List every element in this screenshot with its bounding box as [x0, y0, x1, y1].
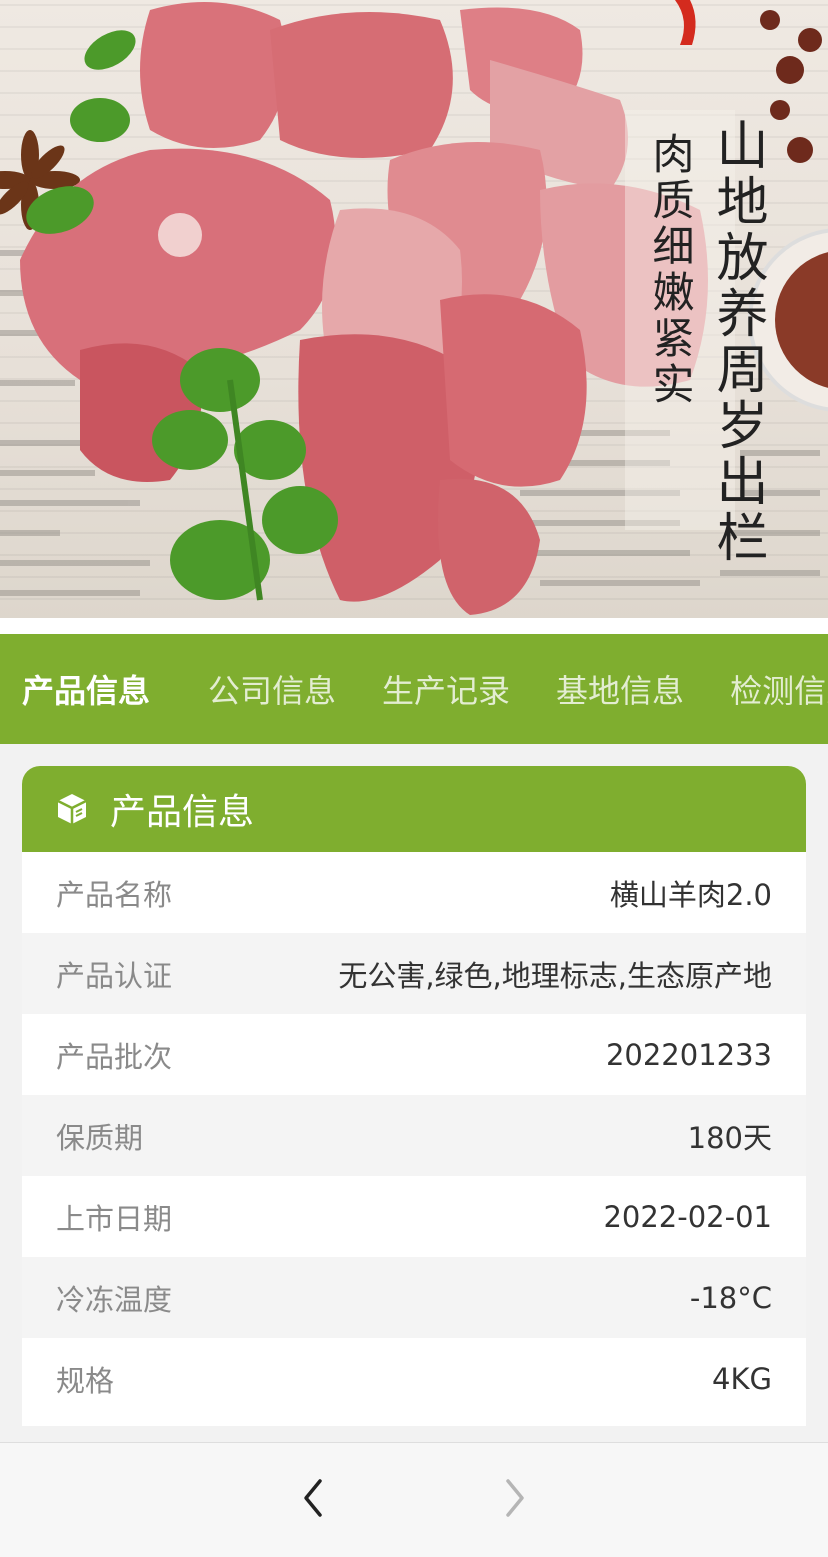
info-table: 产品名称 横山羊肉2.0 产品认证 无公害,绿色,地理标志,生态原产地 产品批次… — [22, 852, 806, 1419]
hero-slogan-main: 山地放养周岁出栏 — [707, 118, 767, 566]
tab-product-info[interactable]: 产品信息 — [22, 666, 162, 712]
row-label: 规格 — [56, 1363, 115, 1398]
card-header: 产品信息 — [22, 766, 806, 852]
box-icon — [57, 794, 87, 824]
tab-inspection-info[interactable]: 检测信息 — [730, 666, 828, 712]
table-row: 保质期 180天 — [22, 1095, 806, 1176]
row-label: 保质期 — [56, 1120, 144, 1155]
table-row: 产品认证 无公害,绿色,地理标志,生态原产地 — [22, 933, 806, 1014]
chevron-left-icon[interactable] — [290, 1473, 340, 1523]
product-info-card: 产品信息 产品名称 横山羊肉2.0 产品认证 无公害,绿色,地理标志,生态原产地… — [22, 766, 806, 1426]
row-value: 202201233 — [605, 1037, 772, 1072]
table-row: 产品批次 202201233 — [22, 1014, 806, 1095]
chevron-right-icon[interactable] — [490, 1473, 540, 1523]
tab-company-info[interactable]: 公司信息 — [208, 666, 348, 712]
card-title: 产品信息 — [110, 792, 255, 833]
hero-slogan-sub: 肉质细嫩紧实 — [646, 132, 695, 408]
row-label: 冷冻温度 — [56, 1282, 173, 1317]
table-row: 规格 4KG — [22, 1338, 806, 1419]
table-row: 冷冻温度 -18°C — [22, 1257, 806, 1338]
row-value: -18°C — [689, 1280, 772, 1315]
tab-base-info[interactable]: 基地信息 — [556, 666, 696, 712]
tab-production-records[interactable]: 生产记录 — [382, 666, 522, 712]
row-value: 横山羊肉2.0 — [609, 877, 772, 912]
table-row: 产品名称 横山羊肉2.0 — [22, 852, 806, 933]
row-label: 产品认证 — [56, 958, 173, 993]
row-label: 上市日期 — [56, 1201, 173, 1236]
tab-bar: 产品信息 公司信息 生产记录 基地信息 检测信息 — [0, 634, 828, 744]
row-value: 180天 — [687, 1120, 772, 1155]
row-value: 4KG — [712, 1361, 772, 1396]
row-value: 无公害,绿色,地理标志,生态原产地 — [338, 958, 772, 993]
row-value: 2022-02-01 — [603, 1199, 772, 1234]
browser-bottom-bar — [0, 1442, 828, 1557]
hero-banner: 山地放养周岁出栏 肉质细嫩紧实 — [0, 0, 828, 622]
row-label: 产品名称 — [56, 877, 173, 912]
row-label: 产品批次 — [56, 1039, 173, 1074]
table-row: 上市日期 2022-02-01 — [22, 1176, 806, 1257]
